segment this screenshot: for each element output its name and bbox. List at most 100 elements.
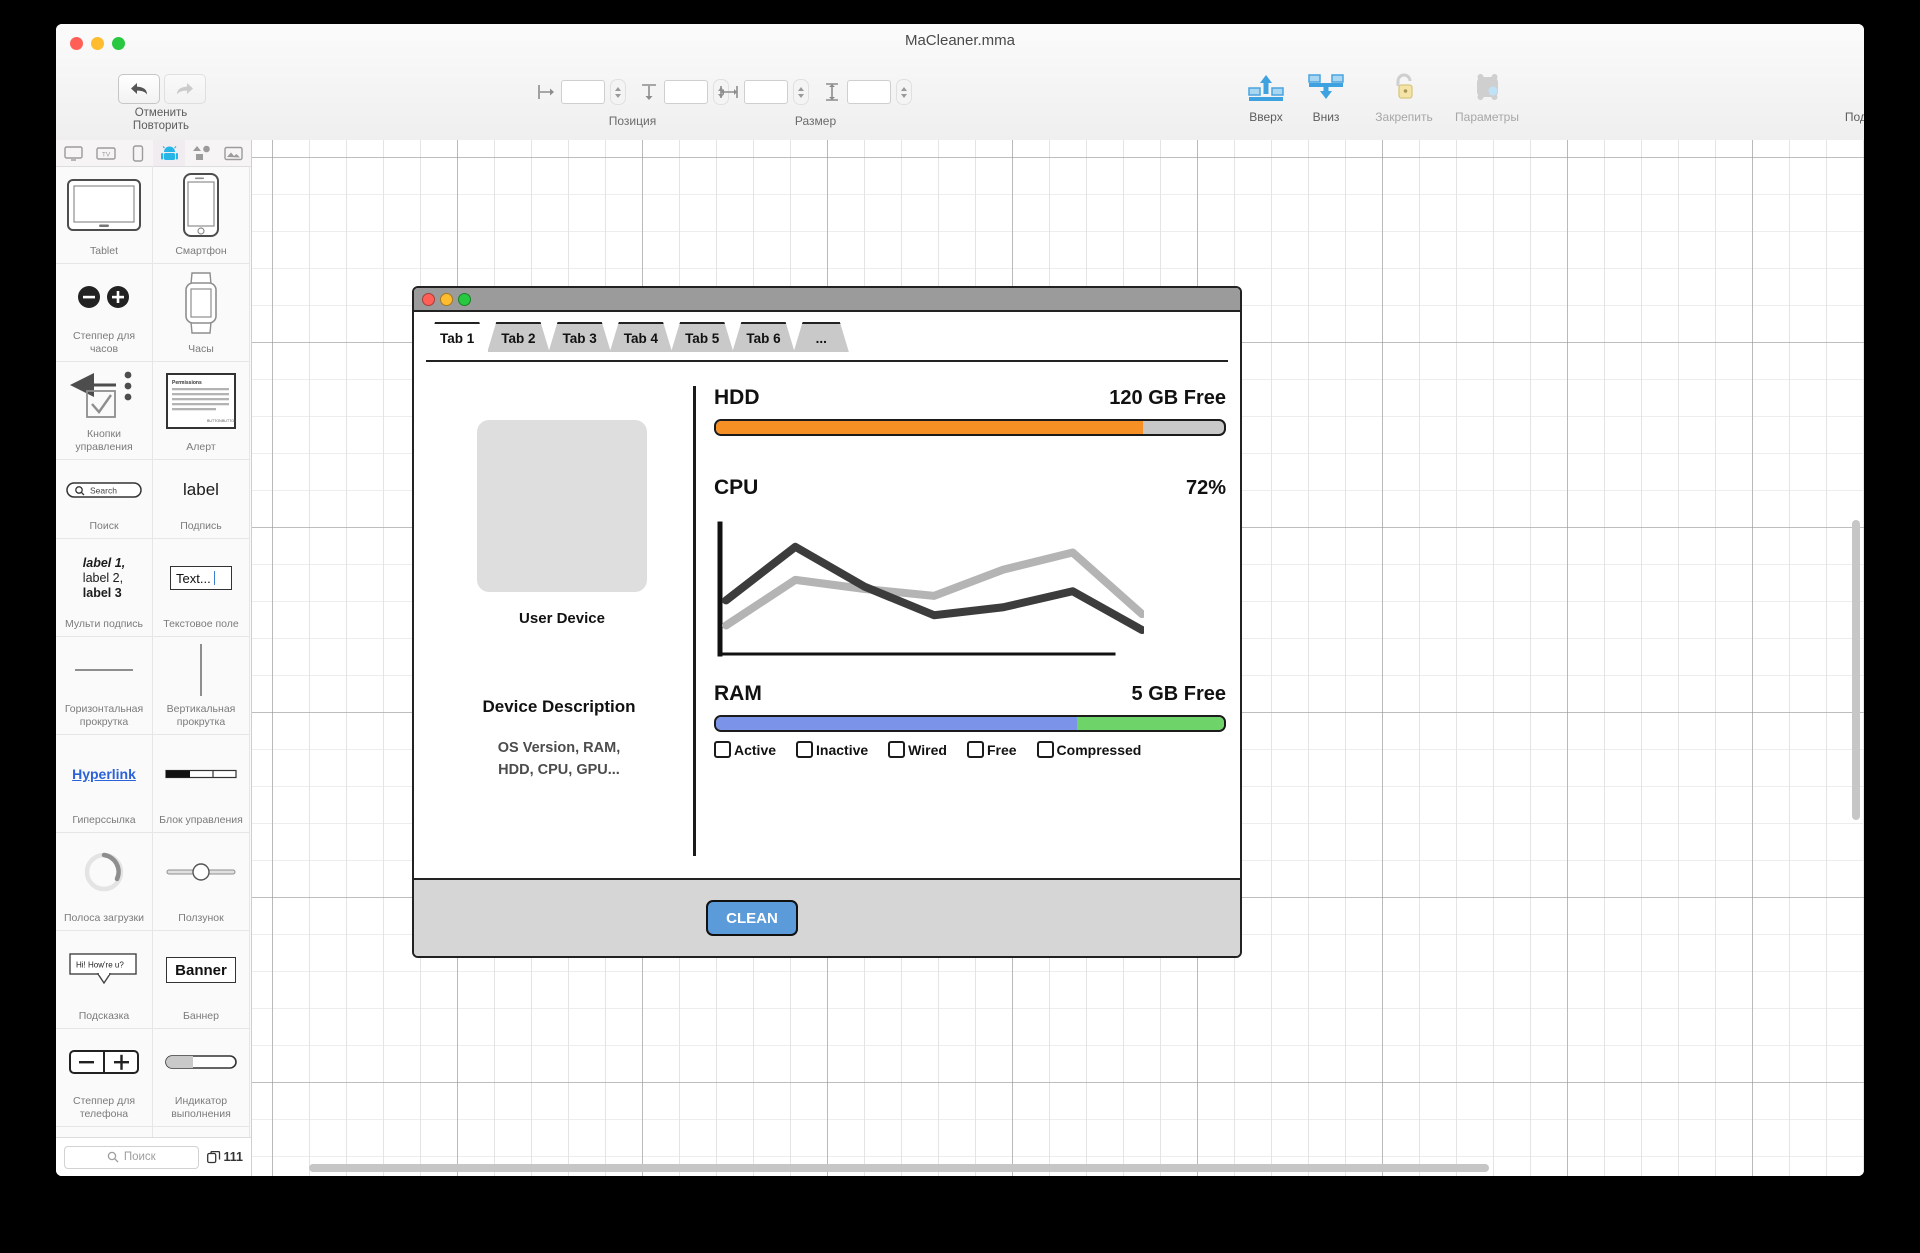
multi-label-icon: label 1, label 2, label 3 bbox=[56, 539, 152, 618]
checkbox-box[interactable] bbox=[714, 741, 731, 758]
checkbox-free[interactable]: Free bbox=[966, 741, 1017, 758]
design-canvas[interactable]: Tab 1 Tab 2 Tab 3 Tab 4 Tab 5 Tab 6 ... … bbox=[252, 140, 1864, 1176]
scrollbar-thumb[interactable] bbox=[1852, 520, 1860, 820]
library-item-hscroll[interactable]: Горизонтальная прокрутка bbox=[56, 637, 153, 735]
hdd-section: HDD 120 GB Free bbox=[714, 386, 1226, 436]
mockup-tab-5[interactable]: Tab 5 bbox=[671, 322, 733, 352]
library-item-segmented[interactable]: Блок управления bbox=[153, 735, 250, 833]
mockup-minimize-button[interactable] bbox=[440, 292, 453, 306]
canvas-vertical-scrollbar[interactable] bbox=[1852, 520, 1860, 820]
mockup-tab-2[interactable]: Tab 2 bbox=[487, 322, 549, 352]
library-item-hyperlink[interactable]: Hyperlink Гиперссылка bbox=[56, 735, 153, 833]
library-item-watch-stepper[interactable]: Степпер для часов bbox=[56, 264, 153, 362]
library-item-label-widget[interactable]: label Подпись bbox=[153, 460, 250, 539]
mockup-window[interactable]: Tab 1 Tab 2 Tab 3 Tab 4 Tab 5 Tab 6 ... … bbox=[412, 286, 1242, 958]
settings-button[interactable]: Параметры bbox=[1445, 72, 1529, 124]
checkbox-box[interactable] bbox=[796, 741, 814, 758]
library-item-phone-stepper[interactable]: Степпер для телефона bbox=[56, 1029, 153, 1127]
checkbox-box[interactable] bbox=[1036, 741, 1054, 758]
text-caret-icon bbox=[213, 571, 216, 586]
ram-segment-free bbox=[1076, 717, 1224, 730]
library-item-label: Баннер bbox=[182, 1009, 219, 1022]
library-tab-phone[interactable] bbox=[122, 140, 154, 166]
position-y-icon bbox=[642, 84, 656, 100]
library-item-banner[interactable]: Banner Баннер bbox=[153, 931, 250, 1029]
svg-text:BUTTON: BUTTON bbox=[207, 419, 222, 423]
library-item-vscroll[interactable]: Вертикальная прокрутка bbox=[153, 637, 250, 735]
library-item-search[interactable]: Search Поиск bbox=[56, 460, 153, 539]
mockup-tab-3[interactable]: Tab 3 bbox=[549, 322, 611, 352]
segmented-control-icon bbox=[153, 735, 249, 814]
position-group-label: Позиция bbox=[608, 114, 657, 128]
text-field-art-text: Text... bbox=[176, 570, 211, 586]
library-item-label: Мульти подпись bbox=[65, 617, 143, 630]
checkbox-box[interactable] bbox=[966, 741, 984, 758]
library-tab-shapes[interactable] bbox=[185, 140, 217, 166]
spinner-icon bbox=[56, 833, 152, 912]
mockup-tab-1[interactable]: Tab 1 bbox=[426, 322, 488, 352]
library-tab-desktop[interactable] bbox=[58, 140, 90, 166]
banner-art-text: Banner bbox=[166, 957, 236, 984]
cpu-line-chart bbox=[714, 518, 1226, 668]
send-backward-icon bbox=[1308, 74, 1344, 99]
mockup-zoom-button[interactable] bbox=[458, 292, 471, 306]
library-tab-android[interactable] bbox=[153, 140, 186, 166]
library-item-slider[interactable]: Ползунок bbox=[153, 833, 250, 931]
svg-text:Search: Search bbox=[90, 485, 117, 495]
checkbox-active[interactable]: Active bbox=[714, 741, 776, 758]
canvas-horizontal-scrollbar[interactable] bbox=[254, 1164, 1799, 1172]
position-x-input[interactable] bbox=[561, 80, 605, 104]
position-y-input[interactable] bbox=[664, 80, 708, 104]
checkbox-label: Free bbox=[986, 741, 1017, 758]
library-item-multi-label[interactable]: label 1, label 2, label 3 Мульти подпись bbox=[56, 539, 153, 637]
position-x-stepper[interactable] bbox=[610, 79, 626, 105]
mockup-tab-6[interactable]: Tab 6 bbox=[732, 322, 794, 352]
library-item-tablet[interactable]: Tablet bbox=[56, 166, 153, 264]
metrics-panel: HDD 120 GB Free CPU 72% RAM 5 GB Free Ac… bbox=[714, 362, 1226, 758]
library-item-watch[interactable]: Часы bbox=[153, 264, 250, 362]
device-image-placeholder bbox=[477, 420, 647, 592]
redo-button[interactable] bbox=[164, 74, 206, 104]
checkbox-compressed[interactable]: Compressed bbox=[1036, 741, 1142, 758]
size-height-input[interactable] bbox=[847, 80, 891, 104]
mockup-tab-4[interactable]: Tab 4 bbox=[610, 322, 672, 352]
undo-button[interactable] bbox=[118, 74, 160, 104]
device-description-body: OS Version, RAM, HDD, CPU, GPU... bbox=[414, 737, 704, 781]
library-item-smartphone[interactable]: Смартфон bbox=[153, 166, 250, 264]
library-tab-tv[interactable]: TV bbox=[90, 140, 122, 166]
size-height-stepper[interactable] bbox=[896, 79, 912, 105]
size-width-stepper[interactable] bbox=[793, 79, 809, 105]
watch-icon bbox=[153, 264, 249, 343]
phone-stepper-icon bbox=[56, 1029, 152, 1095]
share-button[interactable]: Поделиться bbox=[1836, 72, 1864, 124]
send-backward-button[interactable]: Вниз bbox=[1284, 72, 1368, 124]
mockup-tab-more[interactable]: ... bbox=[794, 322, 849, 352]
mockup-close-button[interactable] bbox=[422, 292, 435, 306]
library-item-alert[interactable]: Permissions BUTTON BUTTON Алерт bbox=[153, 362, 250, 460]
tooltip-icon: Hi! How're u? bbox=[56, 931, 152, 1010]
checkbox-inactive[interactable]: Inactive bbox=[796, 741, 868, 758]
device-description-line-1: OS Version, RAM, bbox=[497, 740, 621, 756]
library-item-label: Алерт bbox=[186, 440, 216, 453]
clean-button[interactable]: CLEAN bbox=[706, 900, 798, 936]
library-item-progress[interactable]: Индикатор выполнения bbox=[153, 1029, 250, 1127]
library-item-tooltip[interactable]: Hi! How're u? Подсказка bbox=[56, 931, 153, 1029]
size-width-input[interactable] bbox=[744, 80, 788, 104]
checkbox-label: Wired bbox=[908, 741, 947, 758]
checkbox-box[interactable] bbox=[888, 741, 906, 758]
size-width-icon bbox=[720, 86, 738, 98]
scrollbar-thumb[interactable] bbox=[309, 1164, 1489, 1172]
ram-label: RAM bbox=[714, 682, 762, 705]
library-tab-image[interactable] bbox=[217, 140, 249, 166]
app-window: MaCleaner.mma Отменить Повторить Позиция… bbox=[56, 24, 1864, 1176]
library-item-spinner[interactable]: Полоса загрузки bbox=[56, 833, 153, 931]
library-item-text-field[interactable]: Text... Текстовое поле bbox=[153, 539, 250, 637]
image-icon bbox=[223, 146, 243, 160]
library-item-control-buttons[interactable]: Кнопки управления bbox=[56, 362, 153, 460]
checkbox-label: Compressed bbox=[1056, 741, 1142, 758]
alert-icon: Permissions BUTTON BUTTON bbox=[153, 362, 249, 441]
multi-label-line2: label 2, bbox=[82, 570, 124, 585]
checkbox-wired[interactable]: Wired bbox=[888, 741, 947, 758]
lock-button[interactable]: Закрепить bbox=[1362, 72, 1446, 124]
library-search-input[interactable]: Поиск bbox=[64, 1145, 199, 1169]
